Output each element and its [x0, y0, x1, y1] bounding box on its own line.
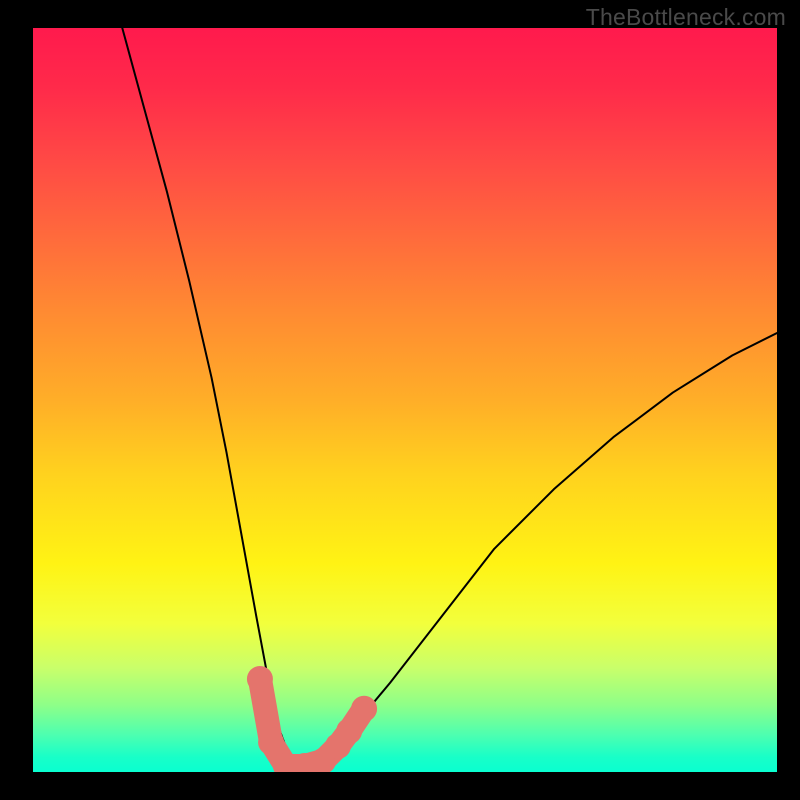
marker-dot: [336, 718, 362, 744]
marker-dot: [351, 696, 377, 722]
marker-dot: [258, 729, 284, 755]
bottleneck-curve: [122, 28, 777, 768]
chart-frame: TheBottleneck.com: [0, 0, 800, 800]
marker-layer: [247, 666, 377, 772]
plot-area: [33, 28, 777, 772]
chart-svg: [33, 28, 777, 772]
marker-dot: [247, 666, 273, 692]
curve-layer: [122, 28, 777, 768]
watermark-text: TheBottleneck.com: [586, 4, 786, 31]
